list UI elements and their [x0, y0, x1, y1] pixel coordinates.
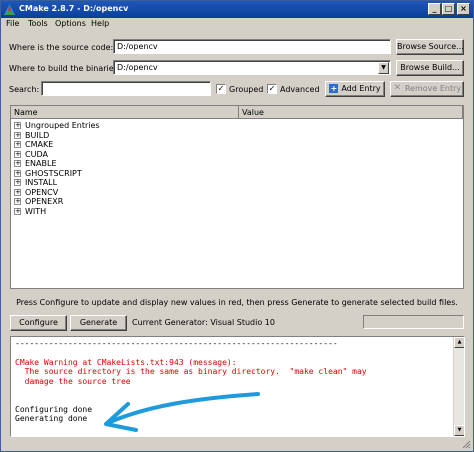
- expand-icon[interactable]: +: [14, 141, 21, 148]
- source-label: Where is the source code:: [9, 43, 114, 52]
- tree-row[interactable]: + OPENEXR: [14, 197, 63, 207]
- expand-icon[interactable]: +: [14, 198, 21, 205]
- tree-row-label: OPENCV: [25, 188, 59, 197]
- browse-source-button[interactable]: Browse Source...: [396, 39, 464, 55]
- expand-icon[interactable]: +: [14, 179, 21, 186]
- menu-bar: File Tools Options Help: [1, 18, 473, 31]
- add-entry-button[interactable]: + Add Entry: [325, 81, 385, 97]
- output-line: The source directory is the same as bina…: [15, 367, 367, 377]
- close-button[interactable]: ×: [457, 3, 470, 15]
- remove-entry-label: Remove Entry: [404, 84, 462, 93]
- advanced-label: Advanced: [280, 85, 320, 94]
- tree-row[interactable]: + Ungrouped Entries: [14, 121, 100, 131]
- cmake-window: CMake 2.8.7 - D:/opencv _ □ × File Tools…: [0, 0, 474, 452]
- output-line: Configuring done: [15, 404, 93, 414]
- scroll-up-icon[interactable]: ▲: [454, 337, 464, 348]
- output-line: Generating done: [15, 414, 88, 424]
- expand-icon[interactable]: +: [14, 208, 21, 215]
- build-path-combo[interactable]: D:/opencv ▼: [113, 60, 391, 75]
- output-line: CMake Warning at CMakeLists.txt:943 (mes…: [15, 357, 237, 367]
- tree-row-label: WITH: [25, 207, 47, 216]
- expand-icon[interactable]: +: [14, 189, 21, 196]
- maximize-button[interactable]: □: [442, 3, 455, 15]
- cmake-app-icon: [4, 4, 15, 15]
- output-scrollbar[interactable]: ▲ ▼: [453, 337, 464, 436]
- status-message: Press Configure to update and display ne…: [16, 298, 458, 307]
- tree-row-label: INSTALL: [25, 178, 58, 187]
- window-title: CMake 2.8.7 - D:/opencv: [19, 4, 129, 13]
- menu-options[interactable]: Options: [55, 19, 86, 28]
- scroll-down-icon[interactable]: ▼: [454, 425, 464, 436]
- menu-file[interactable]: File: [6, 19, 19, 28]
- current-generator-label: Current Generator: Visual Studio 10: [132, 318, 275, 327]
- tree-row-label: CUDA: [25, 150, 48, 159]
- menu-help[interactable]: Help: [91, 19, 109, 28]
- expand-icon[interactable]: +: [14, 151, 21, 158]
- tree-row-label: CMAKE: [25, 140, 54, 149]
- tree-row[interactable]: + WITH: [14, 207, 46, 217]
- menu-tools[interactable]: Tools: [28, 19, 48, 28]
- minimize-button[interactable]: _: [428, 3, 441, 15]
- tree-row-label: BUILD: [25, 131, 50, 140]
- source-path-input[interactable]: D:/opencv: [113, 39, 391, 54]
- column-header-name[interactable]: Name: [11, 106, 239, 119]
- cache-table[interactable]: Name Value + Ungrouped Entries + BUILD + CM…: [10, 105, 464, 289]
- advanced-checkbox[interactable]: ✓: [267, 84, 277, 94]
- grouped-checkbox[interactable]: ✓: [216, 84, 226, 94]
- build-label: Where to build the binaries:: [9, 64, 121, 73]
- search-label: Search:: [9, 85, 40, 94]
- add-entry-label: Add Entry: [341, 84, 381, 93]
- column-header-value[interactable]: Value: [239, 106, 463, 119]
- add-entry-icon: +: [329, 84, 339, 93]
- tree-row[interactable]: + ENABLE: [14, 159, 57, 169]
- title-bar[interactable]: CMake 2.8.7 - D:/opencv _ □ ×: [1, 1, 473, 18]
- expand-icon[interactable]: +: [14, 122, 21, 129]
- tree-row[interactable]: + CMAKE: [14, 140, 53, 150]
- output-line: ----------------------------------------…: [15, 339, 338, 348]
- tree-row-label: Ungrouped Entries: [25, 121, 100, 130]
- output-log[interactable]: ----------------------------------------…: [10, 336, 465, 437]
- remove-entry-icon: ✕: [393, 83, 402, 93]
- browse-build-button[interactable]: Browse Build...: [396, 60, 464, 76]
- expand-icon[interactable]: +: [14, 132, 21, 139]
- grouped-label: Grouped: [229, 85, 264, 94]
- tree-row-label: OPENEXR: [25, 197, 64, 206]
- tree-row[interactable]: + INSTALL: [14, 178, 57, 188]
- tree-row-label: GHOSTSCRIPT: [25, 169, 82, 178]
- output-line: damage the source tree: [15, 376, 131, 386]
- search-input[interactable]: [41, 81, 211, 96]
- expand-icon[interactable]: +: [14, 160, 21, 167]
- configure-button[interactable]: Configure: [10, 315, 67, 331]
- tree-row-label: ENABLE: [25, 159, 57, 168]
- dropdown-arrow-icon[interactable]: ▼: [378, 62, 389, 74]
- progress-bar: [363, 315, 464, 329]
- expand-icon[interactable]: +: [14, 170, 21, 177]
- build-path-value: D:/opencv: [117, 63, 158, 72]
- remove-entry-button[interactable]: ✕ Remove Entry: [390, 81, 464, 97]
- generate-button[interactable]: Generate: [70, 315, 127, 331]
- resize-grip-icon[interactable]: [461, 439, 471, 449]
